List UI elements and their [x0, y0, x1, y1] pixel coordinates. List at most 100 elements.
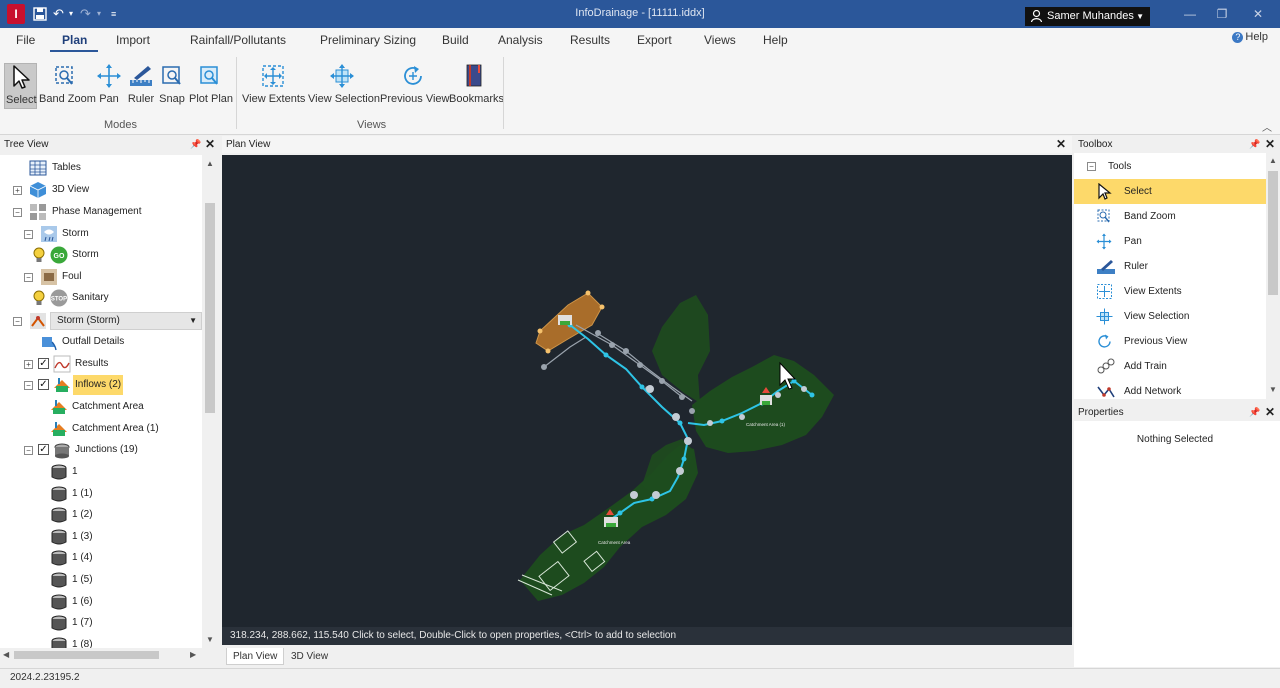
select-button[interactable]: Select — [4, 63, 37, 109]
toolbox-item-previous-view[interactable]: Previous View — [1074, 329, 1266, 354]
tab-import[interactable]: Import — [116, 33, 150, 47]
tab-build[interactable]: Build — [442, 33, 469, 47]
pin-icon[interactable]: 📌 — [190, 136, 201, 153]
tab-help[interactable]: Help — [763, 33, 788, 47]
tree-item-junctions[interactable]: − ✓ Junctions (19) — [0, 440, 200, 460]
tab-export[interactable]: Export — [637, 33, 672, 47]
results-checkbox[interactable]: ✓ — [38, 358, 49, 369]
tree-item-junction[interactable]: 1 — [0, 462, 200, 482]
tree-item-catchment-area-1[interactable]: Catchment Area (1) — [0, 419, 200, 439]
tree-item-junction[interactable]: 1 (7) — [0, 613, 200, 633]
tree-item-tables[interactable]: Tables — [0, 158, 200, 178]
close-icon[interactable]: ✕ — [1265, 136, 1275, 153]
collapse-icon[interactable]: − — [1087, 162, 1096, 171]
tab-results[interactable]: Results — [570, 33, 610, 47]
customize-qat-icon[interactable]: ≡ — [111, 5, 116, 23]
scroll-thumb[interactable] — [205, 203, 215, 413]
toolbox-item-select[interactable]: Select — [1074, 179, 1266, 204]
tree-item-foul-phase[interactable]: − Foul — [0, 267, 200, 287]
tab-rainfall-pollutants[interactable]: Rainfall/Pollutants — [190, 33, 286, 47]
help-button[interactable]: ? Help — [1232, 31, 1268, 43]
redo-dropdown-icon[interactable]: ▾ — [97, 5, 101, 23]
scroll-up-icon[interactable]: ▲ — [1269, 156, 1277, 165]
undo-dropdown-icon[interactable]: ▾ — [69, 5, 73, 23]
collapse-icon[interactable]: − — [24, 273, 33, 282]
ruler-button[interactable]: Ruler — [126, 63, 156, 109]
plot-plan-button[interactable]: Plot Plan — [189, 63, 233, 109]
tree-item-results[interactable]: + ✓ Results — [0, 354, 200, 374]
expand-icon[interactable]: + — [13, 186, 22, 195]
tree-item-junction[interactable]: 1 (8) — [0, 635, 200, 648]
bookmarks-button[interactable]: Bookmarks — [449, 63, 504, 109]
toolbox-item-add-network[interactable]: Add Network — [1074, 379, 1266, 399]
tree-item-junction[interactable]: 1 (3) — [0, 527, 200, 547]
toolbox-item-add-train[interactable]: Add Train — [1074, 354, 1266, 379]
tree-item-network-storm[interactable]: − Storm (Storm) ▼ — [0, 311, 202, 331]
tab-3d-view[interactable]: 3D View — [285, 648, 334, 665]
tab-views[interactable]: Views — [704, 33, 736, 47]
collapse-icon[interactable]: − — [24, 446, 33, 455]
app-logo[interactable]: I — [7, 4, 25, 24]
collapse-icon[interactable]: − — [13, 208, 22, 217]
scroll-thumb[interactable] — [14, 651, 159, 659]
plan-canvas[interactable]: Catchment Area (1) Catchment Area — [222, 155, 1072, 627]
snap-button[interactable]: Snap — [158, 63, 186, 109]
view-selection-button[interactable]: View Selection — [308, 63, 380, 109]
tree-item-junction[interactable]: 1 (5) — [0, 570, 200, 590]
collapse-icon[interactable]: − — [13, 317, 22, 326]
redo-icon[interactable]: ↷ — [80, 5, 91, 23]
scroll-up-icon[interactable]: ▲ — [206, 159, 214, 168]
tree-horizontal-scrollbar[interactable]: ◀ ▶ — [0, 648, 218, 662]
scroll-left-icon[interactable]: ◀ — [3, 650, 9, 659]
tree-item-sanitary-scenario[interactable]: STOP Sanitary — [0, 288, 200, 308]
tree-item-junction[interactable]: 1 (4) — [0, 548, 200, 568]
collapse-ribbon-icon[interactable]: ︿ — [1262, 119, 1272, 134]
save-icon[interactable] — [33, 5, 47, 23]
close-icon[interactable]: ✕ — [1056, 136, 1066, 153]
tab-file[interactable]: File — [16, 33, 35, 47]
collapse-icon[interactable]: − — [24, 230, 33, 239]
tree-item-junction[interactable]: 1 (1) — [0, 484, 200, 504]
pin-icon[interactable]: 📌 — [1249, 136, 1260, 153]
close-icon[interactable]: ✕ — [1265, 404, 1275, 421]
scroll-down-icon[interactable]: ▼ — [206, 635, 214, 644]
close-window-icon[interactable]: ✕ — [1243, 4, 1273, 24]
scroll-right-icon[interactable]: ▶ — [190, 650, 196, 659]
minimize-icon[interactable]: — — [1175, 4, 1205, 24]
undo-icon[interactable]: ↶ — [53, 5, 64, 23]
toolbox-item-view-selection[interactable]: View Selection — [1074, 304, 1266, 329]
tree-item-phase-management[interactable]: − Phase Management — [0, 202, 200, 222]
previous-view-button[interactable]: Previous View — [380, 63, 450, 109]
drainage-network-map[interactable]: Catchment Area (1) Catchment Area — [222, 155, 1072, 627]
tree-item-inflows[interactable]: − ✓ Inflows (2) — [0, 375, 200, 395]
junctions-checkbox[interactable]: ✓ — [38, 444, 49, 455]
tab-plan-view[interactable]: Plan View — [226, 648, 285, 665]
tree-item-junction[interactable]: 1 (6) — [0, 592, 200, 612]
tree-item-junction[interactable]: 1 (2) — [0, 505, 200, 525]
toolbox-item-view-extents[interactable]: View Extents — [1074, 279, 1266, 304]
tree-item-3d-view[interactable]: + 3D View — [0, 180, 200, 200]
view-extents-button[interactable]: View Extents — [242, 63, 305, 109]
tree-item-catchment-area[interactable]: Catchment Area — [0, 397, 200, 417]
tab-analysis[interactable]: Analysis — [498, 33, 543, 47]
network-selector[interactable]: Storm (Storm) ▼ — [50, 312, 202, 330]
inflows-checkbox[interactable]: ✓ — [38, 379, 49, 390]
close-icon[interactable]: ✕ — [205, 136, 215, 153]
toolbox-section-tools[interactable]: − Tools — [1074, 154, 1266, 179]
toolbox-item-pan[interactable]: Pan — [1074, 229, 1266, 254]
tab-preliminary-sizing[interactable]: Preliminary Sizing — [320, 33, 416, 47]
scroll-thumb[interactable] — [1268, 171, 1278, 295]
toolbox-scrollbar[interactable]: ▲ ▼ — [1266, 153, 1280, 399]
toolbox-item-band-zoom[interactable]: Band Zoom — [1074, 204, 1266, 229]
collapse-icon[interactable]: − — [24, 381, 33, 390]
tree-item-outfall-details[interactable]: Outfall Details — [0, 332, 200, 352]
expand-icon[interactable]: + — [24, 360, 33, 369]
user-account-button[interactable]: Samer Muhandes ▼ — [1025, 7, 1150, 26]
tab-plan[interactable]: Plan — [62, 33, 87, 47]
tree-item-storm-phase[interactable]: − Storm — [0, 224, 200, 244]
band-zoom-button[interactable]: Band Zoom — [39, 63, 96, 109]
pan-button[interactable]: Pan — [94, 63, 124, 109]
maximize-icon[interactable]: ❐ — [1207, 4, 1237, 24]
scroll-down-icon[interactable]: ▼ — [1269, 385, 1277, 394]
tree-item-storm-scenario[interactable]: GO Storm — [0, 245, 200, 265]
